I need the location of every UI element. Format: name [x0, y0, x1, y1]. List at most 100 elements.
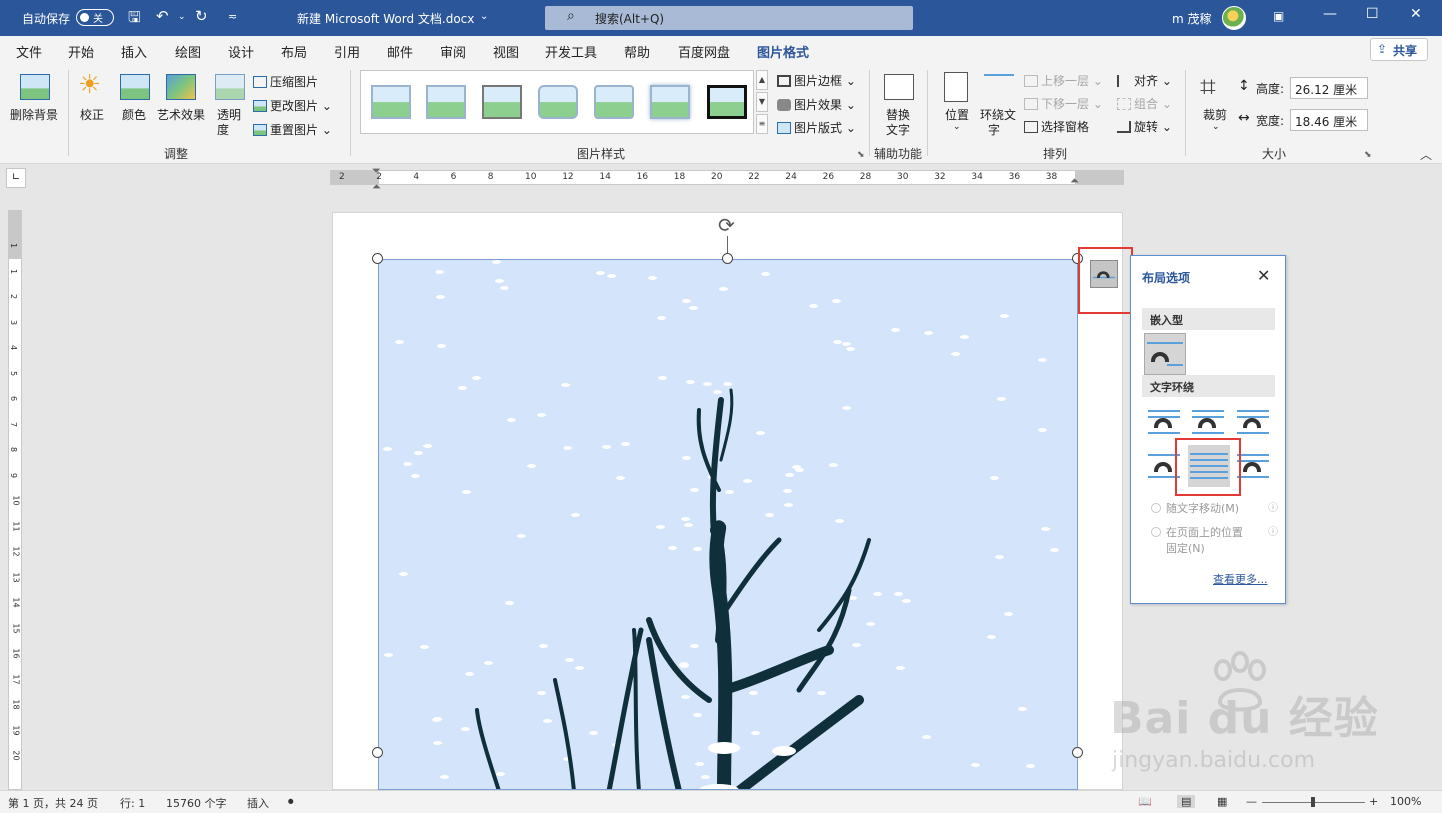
compress-pictures-button[interactable]: 压缩图片 [253, 73, 318, 90]
gallery-scroll-up[interactable]: ▲ [756, 70, 768, 90]
maximize-icon[interactable]: ☐ [1366, 6, 1379, 22]
title-chevron-down-icon[interactable]: ⌄ [480, 11, 488, 22]
tab-review[interactable]: 审阅 [440, 42, 466, 61]
bring-forward-button[interactable]: 上移一层 ⌄ [1024, 72, 1103, 89]
horizontal-ruler[interactable]: 2 2 4 6 8 10 12 14 16 18 20 22 24 26 28 30 32 34 36 38 [330, 170, 1124, 185]
position-chevron-down-icon[interactable]: ⌄ [953, 122, 961, 132]
see-more-link[interactable]: 查看更多... [1213, 571, 1268, 587]
selection-pane-button[interactable]: 选择窗格 [1024, 118, 1089, 135]
tab-layout[interactable]: 布局 [281, 42, 307, 61]
tab-insert[interactable]: 插入 [121, 42, 147, 61]
customize-icon[interactable]: ≂ [228, 10, 237, 23]
resize-handle-right[interactable] [1072, 747, 1083, 758]
picture-style-1[interactable] [371, 85, 411, 119]
picture-style-3[interactable] [482, 85, 522, 119]
rotate-button[interactable]: 旋转 ⌄ [1117, 118, 1172, 135]
print-layout-icon[interactable]: ▤ [1177, 795, 1196, 808]
picture-style-6[interactable] [650, 85, 690, 119]
alt-text-button-line2[interactable]: 文字 [886, 121, 910, 138]
undo-icon[interactable]: ↶ [156, 7, 169, 25]
word-count[interactable]: 15760 个字 [166, 795, 227, 811]
wrap-tight-option[interactable] [1190, 404, 1226, 440]
tab-file[interactable]: 文件 [16, 42, 42, 61]
crop-button[interactable]: 裁剪 [1203, 106, 1227, 123]
alt-text-icon[interactable] [884, 74, 914, 100]
change-picture-button[interactable]: 更改图片 ⌄ [253, 97, 332, 114]
ribbon-display-icon[interactable]: ▣ [1273, 9, 1284, 23]
artistic-effects-icon[interactable] [166, 74, 196, 100]
line-number[interactable]: 行: 1 [120, 795, 145, 811]
rotate-handle-icon[interactable]: ⟳ [718, 213, 735, 237]
crop-icon[interactable]: ⌗ [1200, 70, 1216, 104]
pane-close-icon[interactable]: ✕ [1257, 266, 1270, 285]
picture-style-2[interactable] [426, 85, 466, 119]
resize-handle-left[interactable] [372, 747, 383, 758]
web-layout-icon[interactable]: ▦ [1217, 795, 1227, 808]
tab-references[interactable]: 引用 [334, 42, 360, 61]
fix-position-radio[interactable] [1151, 527, 1161, 537]
color-button[interactable]: 颜色 [122, 106, 146, 123]
crop-chevron-down-icon[interactable]: ⌄ [1212, 122, 1220, 132]
resize-handle-top-left[interactable] [372, 253, 383, 264]
transparency-icon[interactable] [215, 74, 245, 100]
corrections-button[interactable]: 校正 [80, 106, 104, 123]
picture-style-5[interactable] [594, 85, 634, 119]
avatar[interactable] [1222, 6, 1246, 30]
page-count[interactable]: 第 1 页，共 24 页 [8, 795, 98, 811]
info-icon[interactable]: ⓘ [1268, 499, 1278, 514]
tab-help[interactable]: 帮助 [624, 42, 650, 61]
snowy-tree-picture[interactable] [378, 259, 1078, 790]
insert-mode[interactable]: 插入 [247, 795, 269, 811]
resize-handle-top[interactable] [722, 253, 733, 264]
width-input[interactable]: 18.46 厘米 [1290, 109, 1368, 131]
artistic-effects-button[interactable]: 艺术效果 [157, 106, 205, 123]
minimize-icon[interactable]: — [1323, 6, 1337, 22]
color-icon[interactable] [120, 74, 150, 100]
search-input[interactable]: 搜索(Alt+Q) [595, 10, 664, 27]
picture-styles-gallery[interactable] [360, 70, 754, 134]
picture-style-4[interactable] [538, 85, 578, 119]
position-button[interactable]: 位置 [945, 106, 969, 123]
right-indent-icon[interactable]: ⏶ [1070, 174, 1079, 188]
tab-developer[interactable]: 开发工具 [545, 42, 597, 61]
tab-mailings[interactable]: 邮件 [387, 42, 413, 61]
hanging-indent-icon[interactable]: ⏶ [372, 180, 381, 194]
info-icon[interactable]: ⓘ [1268, 523, 1278, 538]
position-icon[interactable] [944, 72, 968, 102]
picture-layout-button[interactable]: 图片版式 ⌄ [777, 119, 856, 136]
picture-effects-button[interactable]: 图片效果 ⌄ [777, 96, 856, 113]
document-title[interactable]: 新建 Microsoft Word 文档.docx [297, 10, 474, 27]
tab-view[interactable]: 视图 [493, 42, 519, 61]
move-with-text-radio[interactable] [1151, 503, 1161, 513]
align-button[interactable]: 对齐 ⌄ [1117, 72, 1172, 89]
autosave-toggle[interactable]: 关 [76, 9, 114, 26]
undo-dropdown-icon[interactable]: ⌄ [178, 12, 186, 22]
corrections-icon[interactable]: ☀ [78, 70, 101, 100]
wrap-square-option[interactable] [1146, 404, 1182, 440]
zoom-level[interactable]: 100% [1390, 795, 1421, 808]
user-name[interactable]: m 茂稼 [1172, 10, 1212, 27]
first-line-indent-icon[interactable]: ⏷ [372, 164, 381, 178]
picture-border-button[interactable]: 图片边框 ⌄ [777, 72, 856, 89]
gallery-more[interactable]: ≡ [756, 114, 768, 134]
macro-record-icon[interactable]: ⏺ [288, 795, 294, 809]
wrap-text-button-line2[interactable]: 字 [988, 121, 1000, 138]
remove-background-button[interactable]: 删除背景 [10, 106, 58, 123]
transparency-button-line2[interactable]: 度 [217, 121, 229, 138]
read-mode-icon[interactable]: 📖 [1138, 795, 1152, 808]
zoom-in-icon[interactable]: + [1369, 795, 1378, 808]
wrap-text-icon[interactable] [984, 74, 1014, 100]
share-button[interactable]: ⇪ 共享 [1370, 38, 1428, 61]
wrap-inline-option[interactable] [1144, 333, 1186, 375]
dialog-launcher-icon[interactable]: ⬊ [857, 150, 865, 160]
tab-selector-button[interactable]: ∟ [6, 168, 26, 188]
height-input[interactable]: 26.12 厘米 [1290, 77, 1368, 99]
tab-picture-format[interactable]: 图片格式 [757, 42, 810, 67]
gallery-scroll-down[interactable]: ▼ [756, 92, 768, 112]
save-icon[interactable]: 🖫 [128, 7, 141, 32]
tab-home[interactable]: 开始 [68, 42, 94, 61]
search-box[interactable]: ⌕ 搜索(Alt+Q) [545, 6, 913, 30]
collapse-ribbon-icon[interactable]: ︿ [1420, 146, 1432, 163]
tab-baidu-netdisk[interactable]: 百度网盘 [678, 42, 730, 61]
redo-icon[interactable]: ↻ [195, 7, 208, 25]
